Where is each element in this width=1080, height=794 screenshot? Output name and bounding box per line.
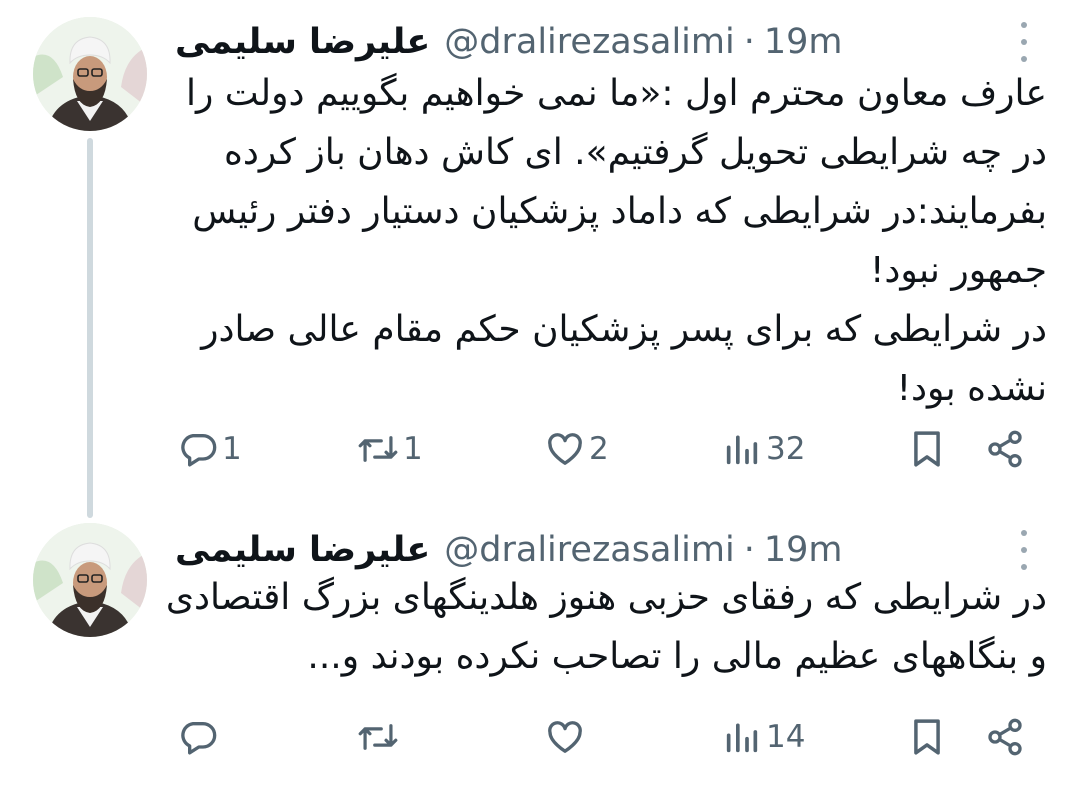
share-icon bbox=[985, 429, 1025, 469]
share-icon bbox=[985, 717, 1025, 757]
timestamp[interactable]: 19m bbox=[764, 22, 843, 62]
reply-icon bbox=[178, 717, 218, 757]
bookmark-button[interactable] bbox=[908, 424, 946, 474]
like-button[interactable]: 2 bbox=[545, 424, 609, 474]
reply-button[interactable] bbox=[178, 712, 222, 762]
share-button[interactable] bbox=[985, 712, 1025, 762]
tweet[interactable]: علیرضا سلیمی @dralirezasalimi · 19m در ش… bbox=[0, 510, 1080, 794]
reply-icon bbox=[178, 429, 218, 469]
avatar[interactable] bbox=[33, 523, 147, 637]
bookmark-icon bbox=[908, 716, 946, 758]
like-button[interactable] bbox=[545, 712, 589, 762]
user-handle[interactable]: @dralirezasalimi bbox=[444, 22, 734, 62]
avatar[interactable] bbox=[33, 17, 147, 131]
views-chart-icon bbox=[722, 429, 762, 469]
bookmark-icon bbox=[908, 428, 946, 470]
tweet-text-line: در شرایطی که برای پسر پزشکیان حکم مقام ع… bbox=[201, 309, 1047, 350]
user-handle[interactable]: @dralirezasalimi bbox=[444, 530, 734, 570]
tweet[interactable]: علیرضا سلیمی @dralirezasalimi · 19m عارف… bbox=[0, 0, 1080, 510]
display-name[interactable]: علیرضا سلیمی bbox=[175, 530, 430, 570]
retweet-button[interactable] bbox=[357, 712, 403, 762]
more-vertical-icon[interactable] bbox=[1012, 530, 1036, 570]
heart-icon bbox=[545, 717, 585, 757]
action-bar: 1 1 2 32 bbox=[0, 424, 1080, 474]
reply-count: 1 bbox=[222, 431, 242, 467]
tweet-text: عارف معاون محترم اول :«ما نمی خواهیم بگو… bbox=[175, 64, 1047, 418]
retweet-icon bbox=[357, 429, 399, 469]
tweet-text-line: در چه شرایطی تحویل گرفتیم». ای کاش دهان … bbox=[224, 132, 1047, 173]
views-chart-icon bbox=[722, 717, 762, 757]
views-button[interactable]: 14 bbox=[722, 712, 805, 762]
tweet-text-line: در شرایطی که رفقای حزبی هنوز هلدینگهای ب… bbox=[165, 577, 1047, 618]
more-vertical-icon[interactable] bbox=[1012, 22, 1036, 62]
display-name[interactable]: علیرضا سلیمی bbox=[175, 22, 430, 62]
retweet-button[interactable]: 1 bbox=[357, 424, 423, 474]
tweet-text-line: عارف معاون محترم اول :«ما نمی خواهیم بگو… bbox=[185, 73, 1047, 114]
tweet-text-line: جمهور نبود! bbox=[869, 250, 1047, 291]
heart-icon bbox=[545, 429, 585, 469]
views-button[interactable]: 32 bbox=[722, 424, 805, 474]
views-count: 14 bbox=[766, 719, 806, 755]
tweet-text-line: نشده بود! bbox=[896, 368, 1047, 409]
reply-button[interactable]: 1 bbox=[178, 424, 242, 474]
action-bar: 14 bbox=[0, 712, 1080, 762]
separator-dot: · bbox=[743, 530, 755, 570]
timestamp[interactable]: 19m bbox=[764, 530, 843, 570]
tweet-header: علیرضا سلیمی @dralirezasalimi · 19m bbox=[175, 16, 843, 68]
share-button[interactable] bbox=[985, 424, 1025, 474]
tweet-text-line: و بنگاههای عظیم مالی را تصاحب نکرده بودن… bbox=[307, 636, 1047, 677]
separator-dot: · bbox=[743, 22, 755, 62]
views-count: 32 bbox=[766, 431, 806, 467]
tweet-text-line: بفرمایند:در شرایطی که داماد پزشکیان دستی… bbox=[192, 191, 1047, 232]
tweet-text: در شرایطی که رفقای حزبی هنوز هلدینگهای ب… bbox=[165, 568, 1047, 686]
retweet-count: 1 bbox=[403, 431, 423, 467]
like-count: 2 bbox=[589, 431, 609, 467]
retweet-icon bbox=[357, 717, 399, 757]
bookmark-button[interactable] bbox=[908, 712, 946, 762]
